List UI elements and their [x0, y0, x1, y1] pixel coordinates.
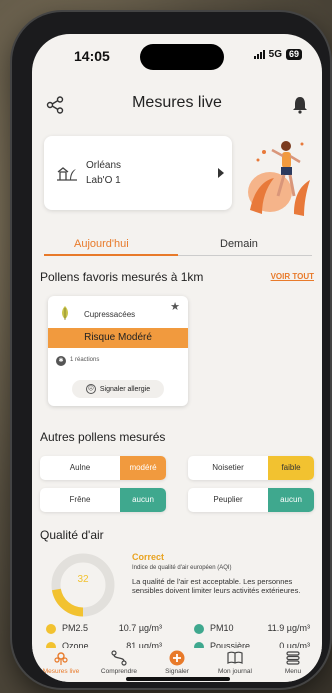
level-dot: [194, 624, 204, 634]
pollen-row-peuplier[interactable]: Peuplier aucun: [188, 488, 314, 512]
nav-journal[interactable]: Mon journal: [206, 648, 264, 675]
pollen-row-noisetier[interactable]: Noisetier faible: [188, 456, 314, 480]
status-time: 14:05: [74, 48, 110, 64]
see-all-link[interactable]: VOIR TOUT: [271, 272, 314, 281]
phone-frame: 14:05 5G 69 Mesures live Orléans Lab'O 1…: [12, 12, 330, 688]
pollen-level-badge: modéré: [120, 456, 166, 480]
pollen-icon: [54, 652, 68, 665]
dynamic-island: [140, 44, 224, 70]
plus-icon: [169, 650, 185, 666]
nav-label: Comprendre: [100, 668, 138, 675]
nav-understand[interactable]: Comprendre: [90, 648, 148, 675]
battery-icon: 69: [285, 49, 302, 60]
pollen-name: Cupressacées: [84, 310, 136, 319]
aqi-gauge: [51, 553, 115, 617]
nav-report[interactable]: Signaler: [148, 648, 206, 675]
pollen-row-aulne[interactable]: Aulne modéré: [40, 456, 166, 480]
runner-illustration: [248, 141, 310, 216]
others-title: Autres pollens mesurés: [40, 430, 166, 444]
reactions-count: 1 réactions: [70, 357, 100, 363]
chevron-right-icon: [218, 168, 224, 178]
pollutant-pm25: PM2.5 10.7 µg/m³: [40, 620, 166, 638]
pollen-row-name: Frêne: [69, 495, 91, 504]
book-icon: [227, 651, 243, 664]
plant-station-icon: [57, 167, 77, 181]
air-quality-title: Qualité d'air: [40, 528, 104, 542]
risk-banner: Risque Modéré: [48, 328, 188, 348]
aqi-description: La qualité de l'air est acceptable. Les …: [132, 577, 301, 595]
pollen-row-name: Aulne: [69, 463, 91, 472]
level-dot: [46, 624, 56, 634]
pollutant-pm10: PM10 11.9 µg/m³: [188, 620, 314, 638]
menu-icon: [286, 651, 300, 665]
nav-menu[interactable]: Menu: [264, 648, 322, 675]
reactions-icon: ✱: [56, 356, 66, 366]
aqi-value: 32: [77, 574, 89, 585]
nav-label: Mesures live: [42, 668, 80, 675]
pollen-row-name: Noisetier: [212, 463, 244, 472]
location-station: Lab'O 1: [86, 175, 121, 186]
nav-live-measures[interactable]: Mesures live: [32, 648, 90, 675]
pollen-level-badge: aucun: [120, 488, 166, 512]
leaf-icon: [62, 306, 68, 320]
pollen-level-badge: faible: [268, 456, 314, 480]
pollutant-value: 10.7 µg/m³: [118, 623, 162, 633]
signal-icon: [253, 50, 265, 59]
home-indicator: [126, 677, 230, 681]
aqi-status: Correct: [132, 552, 165, 562]
nav-label: Signaler: [165, 668, 189, 675]
status-bar: 14:05 5G 69: [32, 34, 322, 74]
app-screen: 14:05 5G 69 Mesures live Orléans Lab'O 1…: [32, 34, 322, 682]
page-title: Mesures live: [132, 94, 222, 111]
location-city: Orléans: [86, 160, 122, 171]
pollen-row-name: Peuplier: [213, 495, 243, 504]
face-icon: ☹: [85, 384, 96, 394]
pollen-level-badge: aucun: [268, 488, 314, 512]
aqi-index-label: Indice de qualité d'air européen (AQI): [132, 565, 232, 571]
route-icon: [111, 650, 127, 666]
status-indicators: 5G 69: [253, 49, 302, 60]
tab-tomorrow[interactable]: Demain: [220, 238, 258, 250]
day-tabs: Aujourd'hui Demain: [44, 234, 312, 256]
pollutant-name: PM2.5: [62, 623, 89, 633]
location-card[interactable]: Orléans Lab'O 1: [44, 136, 232, 210]
report-allergy-button[interactable]: ☹ Signaler allergie: [72, 380, 164, 398]
star-icon[interactable]: ★: [170, 300, 180, 313]
nav-label: Mon journal: [218, 668, 252, 675]
tab-today[interactable]: Aujourd'hui: [74, 238, 129, 250]
favorites-title: Pollens favoris mesurés à 1km: [40, 270, 204, 284]
pollen-row-frene[interactable]: Frêne aucun: [40, 488, 166, 512]
network-label: 5G: [268, 49, 282, 60]
favorite-pollen-card[interactable]: Cupressacées ★ Risque Modéré ✱ 1 réactio…: [48, 296, 188, 406]
report-allergy-label: Signaler allergie: [99, 385, 151, 393]
app-header: Mesures live: [32, 90, 322, 120]
pollutant-name: PM10: [210, 623, 234, 633]
bell-icon[interactable]: [292, 96, 308, 114]
pollutant-value: 11.9 µg/m³: [267, 623, 310, 633]
nav-label: Menu: [284, 668, 302, 675]
tab-active-indicator: [44, 254, 178, 256]
